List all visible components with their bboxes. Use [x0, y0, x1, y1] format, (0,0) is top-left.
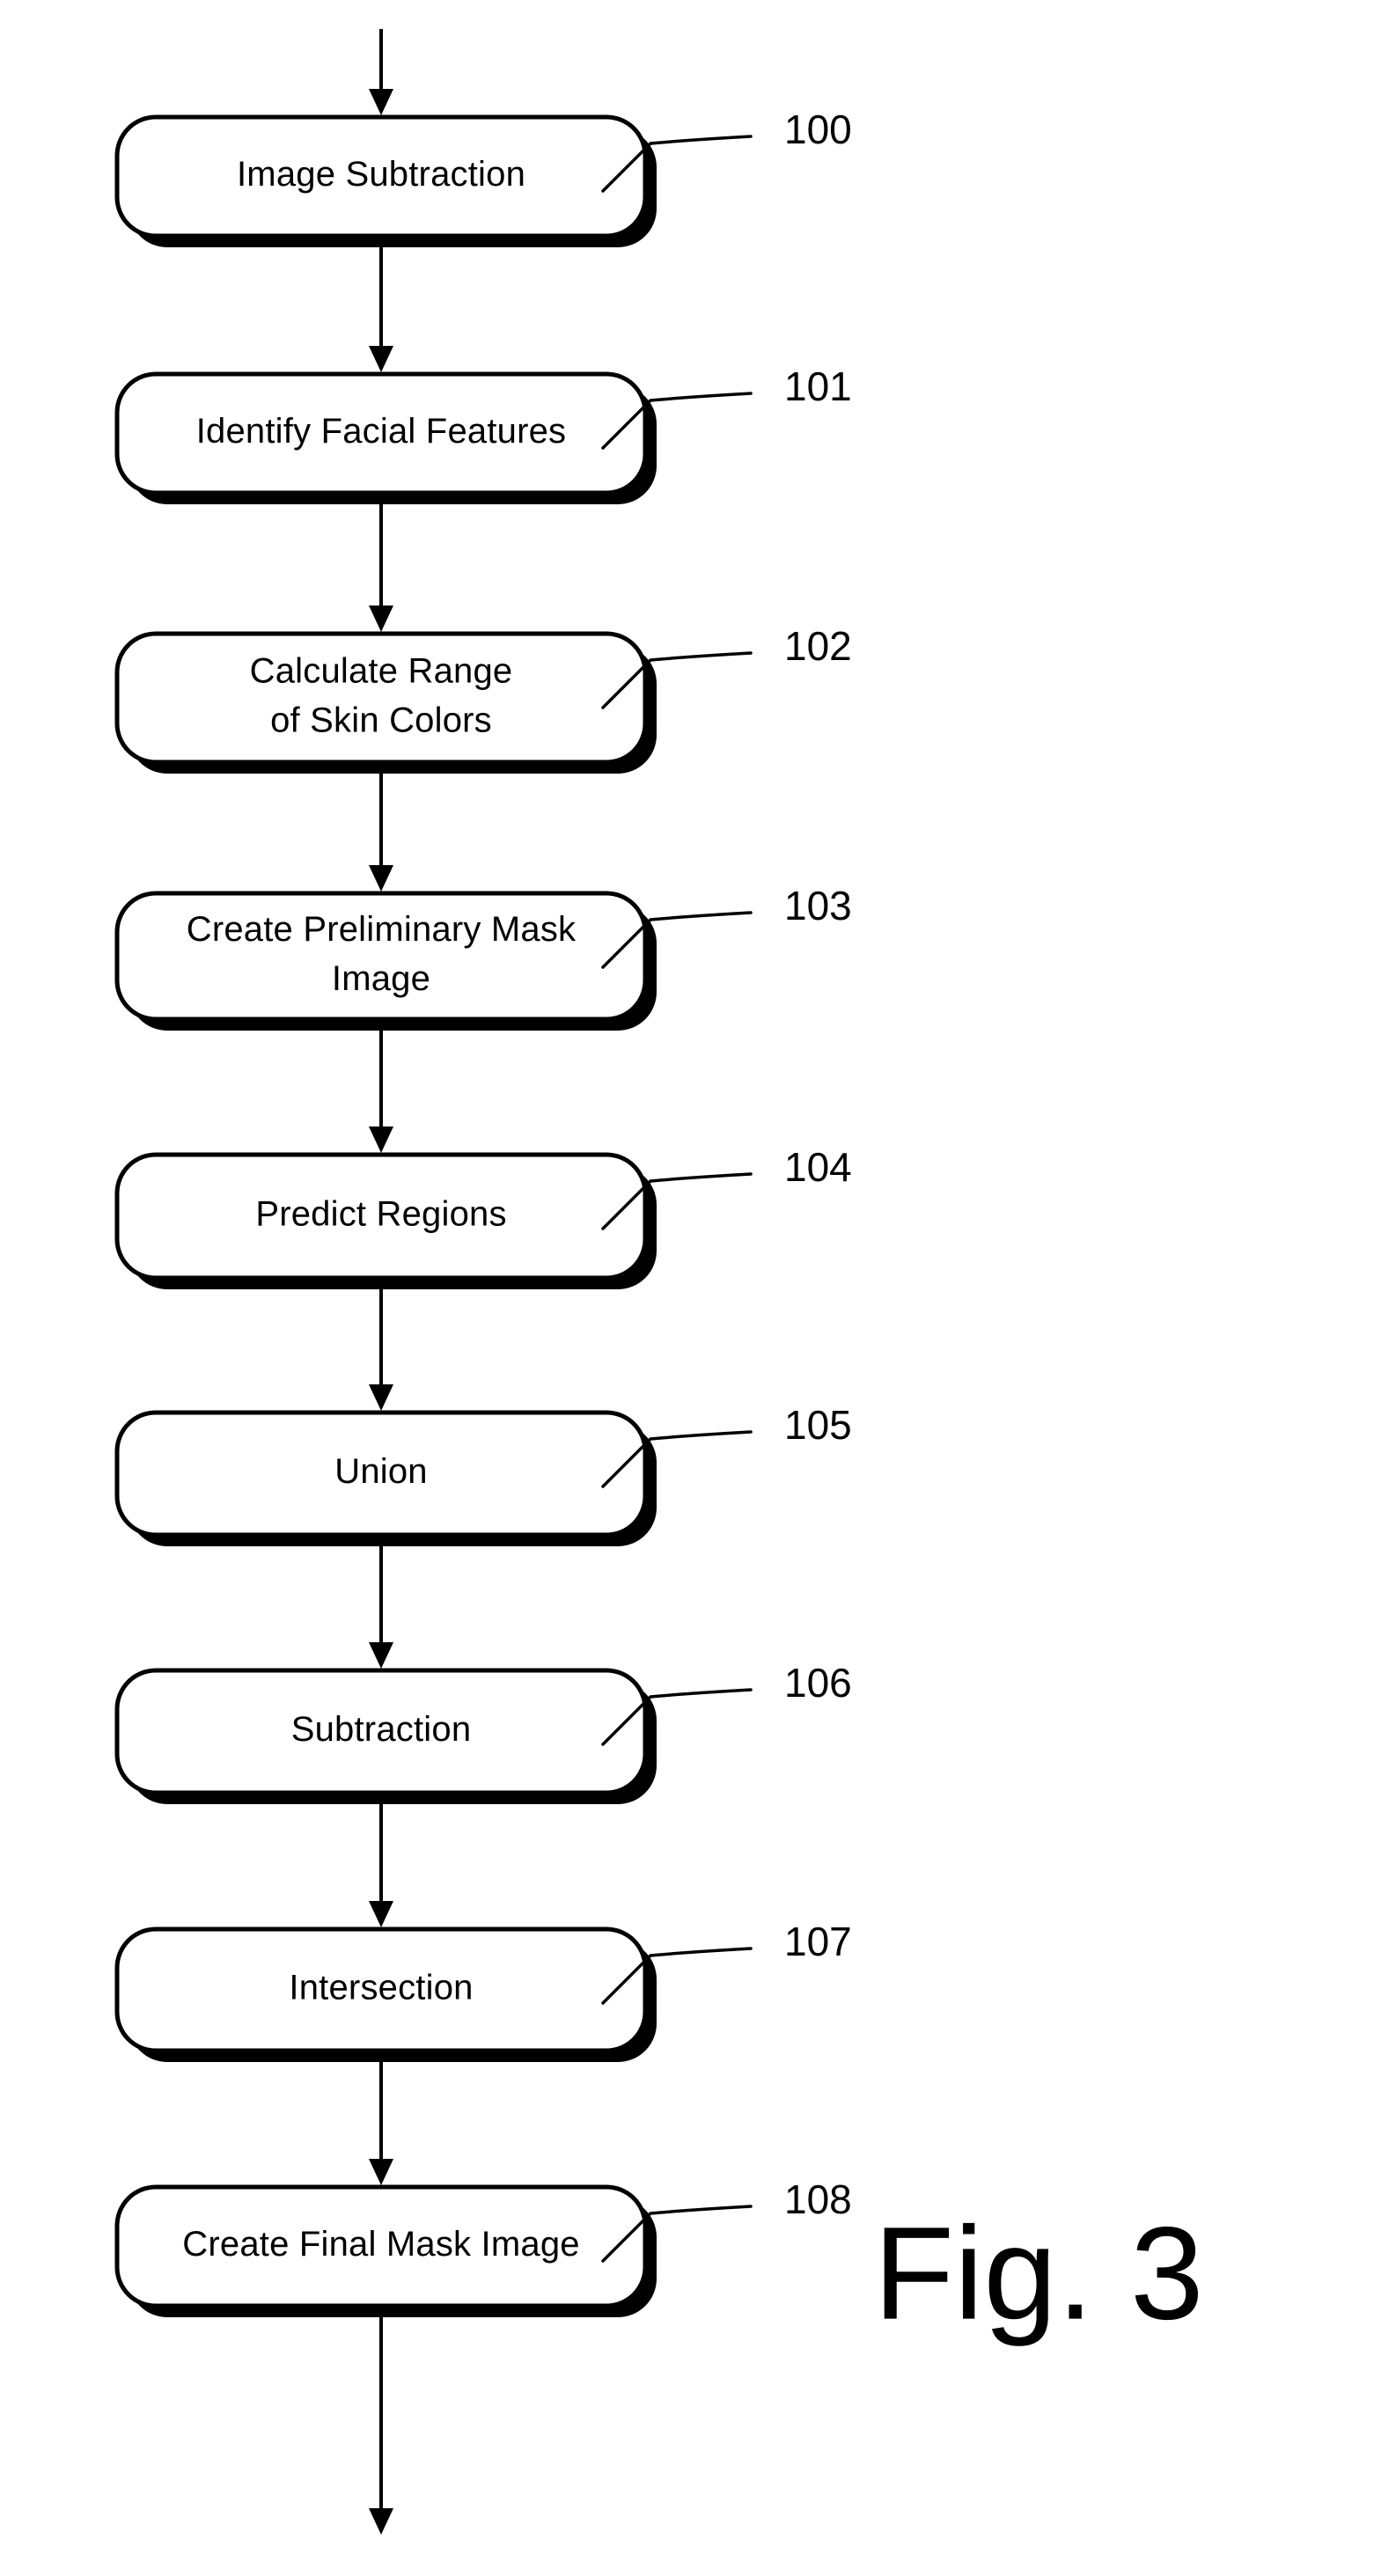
reference-numeral: 101 — [784, 363, 852, 409]
step-label: Calculate Range — [250, 652, 513, 691]
step-label: Identify Facial Features — [196, 412, 567, 451]
reference-numeral: 104 — [784, 1144, 852, 1190]
step-label: Image Subtraction — [237, 155, 525, 194]
flow-step-101: Identify Facial Features 101 — [114, 363, 852, 504]
entry-arrow — [369, 29, 393, 115]
flow-step-102: Calculate Range of Skin Colors 102 — [114, 623, 852, 774]
connector-arrow-100 — [369, 247, 393, 372]
connector-arrow-103 — [369, 1031, 393, 1153]
reference-numeral: 105 — [784, 1402, 852, 1448]
step-label: Image — [332, 959, 430, 998]
connector-arrow-105 — [369, 1546, 393, 1669]
flow-step-106: Subtraction 106 — [114, 1660, 852, 1804]
reference-numeral: 100 — [784, 106, 852, 152]
exit-arrow — [369, 2317, 393, 2535]
patent-figure: Image Subtraction 100 Identify Facial Feat… — [0, 0, 1381, 2576]
connector-arrow-101 — [369, 504, 393, 632]
flow-step-107: Intersection 107 — [114, 1919, 852, 2062]
reference-numeral: 103 — [784, 883, 852, 928]
connector-arrow-104 — [369, 1289, 393, 1411]
step-label: Subtraction — [291, 1710, 472, 1749]
step-label: Create Preliminary Mask — [187, 910, 577, 949]
flow-step-108: Create Final Mask Image 108 — [114, 2176, 852, 2317]
step-label: Predict Regions — [255, 1195, 506, 1234]
flowchart-canvas: Image Subtraction 100 Identify Facial Feat… — [114, 29, 852, 2535]
connector-arrow-102 — [369, 774, 393, 892]
step-label: Union — [334, 1452, 428, 1491]
step-label: Intersection — [289, 1969, 473, 2007]
connector-arrow-107 — [369, 2062, 393, 2185]
reference-numeral: 107 — [784, 1919, 852, 1964]
reference-numeral: 108 — [784, 2176, 852, 2222]
reference-numeral: 106 — [784, 1660, 852, 1706]
step-label: of Skin Colors — [270, 701, 492, 740]
flow-step-104: Predict Regions 104 — [114, 1144, 852, 1289]
reference-numeral: 102 — [784, 623, 852, 669]
connector-arrow-106 — [369, 1804, 393, 1927]
flowchart-nodes: Image Subtraction 100 Identify Facial Feat… — [114, 29, 852, 2535]
flow-step-100: Image Subtraction 100 — [114, 106, 852, 247]
step-label: Create Final Mask Image — [182, 2225, 579, 2264]
flow-step-103: Create Preliminary Mask Image 103 — [114, 883, 852, 1031]
flow-step-105: Union 105 — [114, 1402, 852, 1546]
